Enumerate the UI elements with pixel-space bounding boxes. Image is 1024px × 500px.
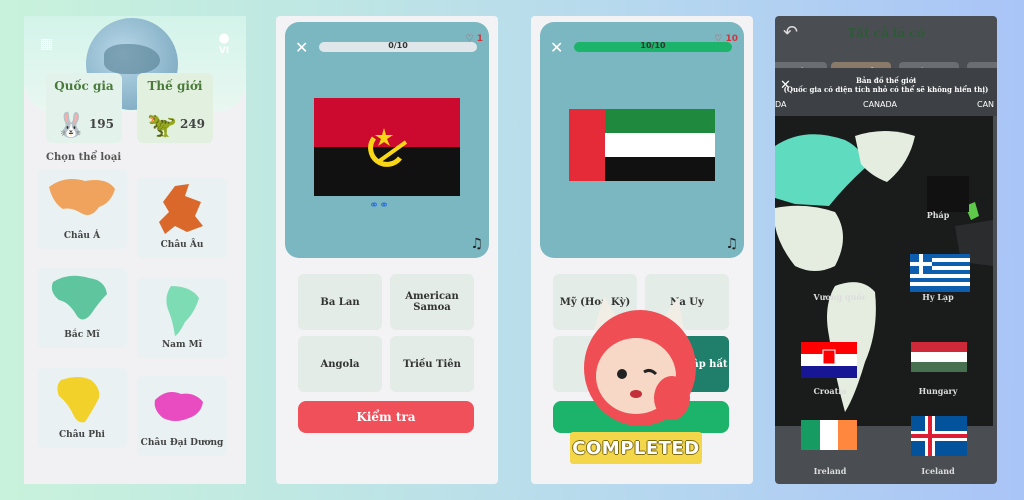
question-panel: ✕ 10/10 ♡ 10 ♫ [540,22,744,258]
flag-tile[interactable] [927,176,969,212]
mascot-illustration [584,296,696,426]
map-title-block: Bản đồ thế giới (Quốc gia có diện tích n… [775,76,997,94]
question-panel: ✕ 0/10 ♡ 1 ⚭⚭ ♫ [285,22,489,258]
ireland-flag[interactable] [801,420,857,450]
strip-item: CANADA [863,100,898,109]
greece-flag[interactable] [910,254,970,292]
country-count: 195 [88,117,114,131]
category-south-america[interactable]: Nam Mĩ [137,278,227,358]
country-count-card[interactable]: Quốc gia 🐰 195 [46,73,122,143]
close-icon[interactable]: ✕ [550,38,563,57]
answer-option[interactable]: Ba Lan [298,274,382,330]
music-note-icon[interactable]: ♫ [725,236,738,252]
category-africa[interactable]: Châu Phi [37,368,127,448]
page-title: Tất cả lá cờ [847,26,925,40]
rabbit-mascot-icon: 🐰 [56,111,86,139]
map-subtitle: (Quốc gia có diện tích nhỏ có thể sẽ khô… [783,85,989,94]
answer-option[interactable]: American Samoa [390,274,474,330]
country-card-label: Quốc gia [54,79,114,93]
strip-item: CAN [977,100,995,109]
category-europe[interactable]: Châu Âu [137,178,227,258]
strip-item: DA [775,100,787,109]
menu-icon[interactable]: ▦ [40,36,53,52]
world-count-card[interactable]: Thế giới 🦖 249 [137,73,213,143]
category-label: Châu Âu [160,240,204,250]
world-card-label: Thế giới [147,79,203,93]
lives-counter: ♡ 1 [465,34,483,44]
flag-label: Iceland [921,466,955,476]
country-strip: DA CANADA CAN [775,100,997,114]
music-note-icon[interactable]: ♫ [470,236,483,252]
iceland-flag[interactable] [911,416,967,456]
category-label: Châu Phi [59,430,105,440]
category-north-america[interactable]: Bắc Mĩ [37,268,127,348]
north-america-map-icon [51,275,107,320]
answer-option[interactable]: Triều Tiên [390,336,474,392]
asia-map-icon [49,179,115,215]
flag-label: Ireland [813,466,847,476]
category-label: Nam Mĩ [161,340,203,350]
flag-label: Pháp [926,210,950,220]
screen-all-flags: ↶ Tất cả lá cờ n Á Châu Âu Bắc Mĩ Na ✕ B… [775,16,997,484]
screen-quiz-start: ✕ 0/10 ♡ 1 ⚭⚭ ♫ Ba Lan American Samoa An… [276,16,498,484]
close-icon[interactable]: ✕ [295,38,308,57]
check-button[interactable]: Kiểm tra [298,401,474,433]
map-title: Bản đồ thế giới [855,76,917,85]
flag-label: Hy Lạp [922,292,954,302]
flag-label: Croatia [813,386,847,396]
progress-text: 10/10 [640,41,666,50]
hint-icon: ⚭⚭ [369,198,390,212]
europe-map-icon [159,184,203,234]
category-label: Châu Á [63,231,101,241]
south-america-map-icon [166,286,199,336]
category-label: Châu Đại Dương [140,438,224,448]
angola-flag [314,98,460,196]
completed-banner: COMPLETED [570,432,702,464]
lives-counter: ♡ 10 [714,34,738,44]
uae-flag [569,109,715,181]
globe-icon: ● [218,31,230,46]
oceania-map-icon [154,392,203,421]
croatia-flag[interactable] [801,342,857,378]
flag-label: Vương quốc [813,292,867,302]
category-label: Bắc Mĩ [64,330,100,340]
dino-mascot-icon: 🦖 [147,111,177,139]
language-code: VI [218,46,230,56]
flag-label: Hungary [918,386,958,396]
africa-map-icon [57,377,100,423]
category-asia[interactable]: Châu Á [37,169,127,249]
hungary-flag[interactable] [911,342,967,372]
language-button[interactable]: ● VI [214,31,234,57]
answer-option[interactable]: Angola [298,336,382,392]
progress-text: 0/10 [388,41,408,50]
section-title: Chọn thể loại [46,152,122,163]
category-oceania[interactable]: Châu Đại Dương [137,376,227,456]
screen-home: ▦ ● VI Quốc gia 🐰 195 Thế giới 🦖 249 Chọ… [24,16,246,484]
world-count: 249 [179,117,205,131]
